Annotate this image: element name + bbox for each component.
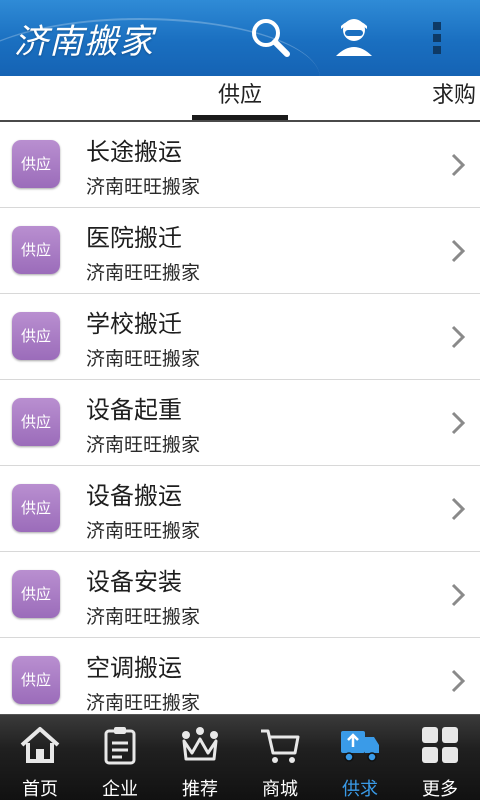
supply-list[interactable]: 供应 长途搬运 济南旺旺搬家 供应 医院搬迁 济南旺旺搬家 供应 学校搬迁 济南… xyxy=(0,122,480,714)
supply-badge: 供应 xyxy=(12,484,60,532)
item-subtitle: 济南旺旺搬家 xyxy=(86,692,201,714)
chevron-right-icon xyxy=(451,497,466,521)
chevron-right-icon xyxy=(451,411,466,435)
tab-supply-label: 供应 xyxy=(217,83,262,108)
home-icon xyxy=(20,727,60,763)
supply-badge: 供应 xyxy=(12,226,60,274)
user-button[interactable] xyxy=(328,12,380,64)
supply-badge: 供应 xyxy=(12,140,60,188)
chevron-right-icon xyxy=(451,153,466,177)
item-title: 学校搬迁 xyxy=(86,310,182,338)
list-item[interactable]: 供应 长途搬运 济南旺旺搬家 xyxy=(0,122,480,208)
crown-icon xyxy=(182,727,218,761)
nav-company[interactable]: 企业 xyxy=(80,715,160,800)
tab-demand[interactable]: 求购 xyxy=(432,76,480,120)
app-title: 济南搬家 xyxy=(14,22,154,62)
nav-recommend[interactable]: 推荐 xyxy=(160,715,240,800)
list-item[interactable]: 供应 设备搬运 济南旺旺搬家 xyxy=(0,466,480,552)
nav-recommend-label: 推荐 xyxy=(182,779,218,800)
nav-home[interactable]: 首页 xyxy=(0,715,80,800)
user-icon xyxy=(336,19,372,56)
chevron-right-icon xyxy=(451,325,466,349)
item-subtitle: 济南旺旺搬家 xyxy=(86,262,201,284)
list-item[interactable]: 供应 设备起重 济南旺旺搬家 xyxy=(0,380,480,466)
list-item[interactable]: 供应 医院搬迁 济南旺旺搬家 xyxy=(0,208,480,294)
list-item[interactable]: 供应 空调搬运 济南旺旺搬家 xyxy=(0,638,480,714)
item-title: 空调搬运 xyxy=(86,654,182,682)
supply-badge: 供应 xyxy=(12,312,60,360)
item-subtitle: 济南旺旺搬家 xyxy=(86,606,201,628)
more-vert-icon xyxy=(433,22,441,54)
item-title: 设备安装 xyxy=(86,568,182,596)
list-item[interactable]: 供应 学校搬迁 济南旺旺搬家 xyxy=(0,294,480,380)
item-subtitle: 济南旺旺搬家 xyxy=(86,434,201,456)
nav-supply-demand-label: 供求 xyxy=(342,779,378,800)
item-title: 设备搬运 xyxy=(86,482,182,510)
item-subtitle: 济南旺旺搬家 xyxy=(86,176,201,198)
clipboard-icon xyxy=(104,727,136,765)
chevron-right-icon xyxy=(451,583,466,607)
item-title: 设备起重 xyxy=(86,396,182,424)
search-icon xyxy=(252,19,290,57)
tab-demand-label: 求购 xyxy=(432,83,477,108)
nav-more[interactable]: 更多 xyxy=(400,715,480,800)
nav-company-label: 企业 xyxy=(102,779,138,800)
nav-more-label: 更多 xyxy=(422,779,458,800)
tab-selected-indicator xyxy=(192,115,288,120)
cart-icon xyxy=(261,729,300,763)
bottom-nav: 首页 企业 推荐 商城 供求 更多 xyxy=(0,714,480,800)
search-button[interactable] xyxy=(245,12,297,64)
supply-badge: 供应 xyxy=(12,656,60,704)
item-title: 医院搬迁 xyxy=(86,224,182,252)
overflow-menu-button[interactable] xyxy=(418,12,458,64)
chevron-right-icon xyxy=(451,669,466,693)
item-title: 长途搬运 xyxy=(86,138,182,166)
nav-supply-demand[interactable]: 供求 xyxy=(320,715,400,800)
list-item[interactable]: 供应 设备安装 济南旺旺搬家 xyxy=(0,552,480,638)
truck-icon xyxy=(341,731,379,762)
item-subtitle: 济南旺旺搬家 xyxy=(86,348,201,370)
app-header: 济南搬家 xyxy=(0,0,480,76)
supply-badge: 供应 xyxy=(12,570,60,618)
nav-home-label: 首页 xyxy=(22,779,58,800)
tab-supply[interactable]: 供应 xyxy=(192,76,288,120)
item-subtitle: 济南旺旺搬家 xyxy=(86,520,201,542)
chevron-right-icon xyxy=(451,239,466,263)
supply-badge: 供应 xyxy=(12,398,60,446)
tab-bar: 供应 求购 xyxy=(0,76,480,122)
grid-icon xyxy=(422,727,458,763)
nav-mall-label: 商城 xyxy=(262,779,298,800)
nav-mall[interactable]: 商城 xyxy=(240,715,320,800)
